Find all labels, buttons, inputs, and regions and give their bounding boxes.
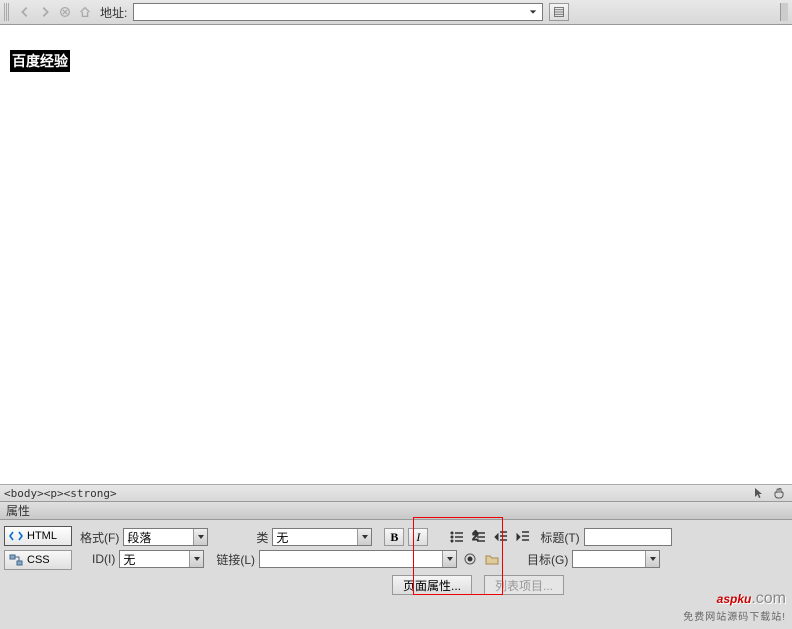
properties-panel: HTML CSS 格式(F) 段落 类 无 B I: [0, 520, 792, 629]
title-input[interactable]: [584, 528, 672, 546]
css-icon: [9, 554, 23, 566]
html-mode-label: HTML: [27, 530, 57, 542]
indent-icon[interactable]: [514, 528, 532, 546]
hand-tool-icon[interactable]: [770, 486, 788, 500]
class-select[interactable]: 无: [272, 528, 372, 546]
properties-header[interactable]: 属性: [0, 502, 792, 520]
target-select[interactable]: [572, 550, 660, 568]
tag-selector-bar: <body><p><strong>: [0, 484, 792, 502]
address-label: 地址:: [100, 4, 127, 21]
unordered-list-icon[interactable]: [448, 528, 466, 546]
toolbar-grip: [4, 3, 10, 21]
chevron-down-icon: [357, 529, 371, 545]
html-mode-button[interactable]: HTML: [4, 526, 72, 546]
view-options-button[interactable]: [549, 3, 569, 21]
page-properties-label: 页面属性...: [403, 577, 461, 594]
format-value: 段落: [127, 529, 151, 546]
class-value: 无: [276, 529, 288, 546]
chevron-down-icon: [189, 551, 203, 567]
link-label: 链接(L): [216, 551, 255, 568]
address-dropdown-icon[interactable]: [527, 4, 539, 20]
html-icon: [9, 530, 23, 542]
css-mode-button[interactable]: CSS: [4, 550, 72, 570]
id-value: 无: [123, 551, 135, 568]
back-button[interactable]: [16, 3, 34, 21]
mode-switcher: HTML CSS: [0, 520, 76, 629]
watermark-suffix: .com: [751, 590, 786, 607]
title-label: 标题(T): [540, 529, 579, 546]
bold-button[interactable]: B: [384, 528, 404, 546]
selected-paragraph[interactable]: 百度经验: [10, 50, 70, 72]
toolbar-end-grip: [780, 3, 788, 21]
page-properties-button[interactable]: 页面属性...: [392, 575, 472, 595]
outdent-icon[interactable]: [492, 528, 510, 546]
id-select[interactable]: 无: [119, 550, 204, 568]
forward-button[interactable]: [36, 3, 54, 21]
chevron-down-icon: [193, 529, 207, 545]
address-input[interactable]: [133, 3, 543, 21]
home-button[interactable]: [76, 3, 94, 21]
chevron-down-icon: [442, 551, 456, 567]
tag-breadcrumb[interactable]: <body><p><strong>: [4, 487, 748, 500]
watermark: aspku.com 免费网站源码下载站!: [683, 580, 786, 623]
list-items-button[interactable]: 列表项目...: [484, 575, 564, 595]
list-items-label: 列表项目...: [495, 577, 553, 594]
design-canvas[interactable]: 百度经验: [0, 25, 792, 484]
properties-title: 属性: [6, 502, 30, 519]
point-to-file-icon[interactable]: [461, 550, 479, 568]
format-label: 格式(F): [80, 529, 119, 546]
chevron-down-icon: [645, 551, 659, 567]
italic-button[interactable]: I: [408, 528, 428, 546]
target-label: 目标(G): [527, 551, 568, 568]
watermark-brand: aspku: [717, 592, 752, 606]
class-label: 类: [256, 529, 268, 546]
stop-button[interactable]: [56, 3, 74, 21]
css-mode-label: CSS: [27, 554, 50, 566]
id-label: ID(I): [92, 552, 115, 566]
pointer-tool-icon[interactable]: [750, 486, 768, 500]
watermark-tagline: 免费网站源码下载站!: [683, 608, 786, 623]
link-select[interactable]: [259, 550, 457, 568]
ordered-list-icon[interactable]: 12: [470, 528, 488, 546]
format-select[interactable]: 段落: [123, 528, 208, 546]
browse-folder-icon[interactable]: [483, 550, 501, 568]
browser-toolbar: 地址:: [0, 0, 792, 25]
